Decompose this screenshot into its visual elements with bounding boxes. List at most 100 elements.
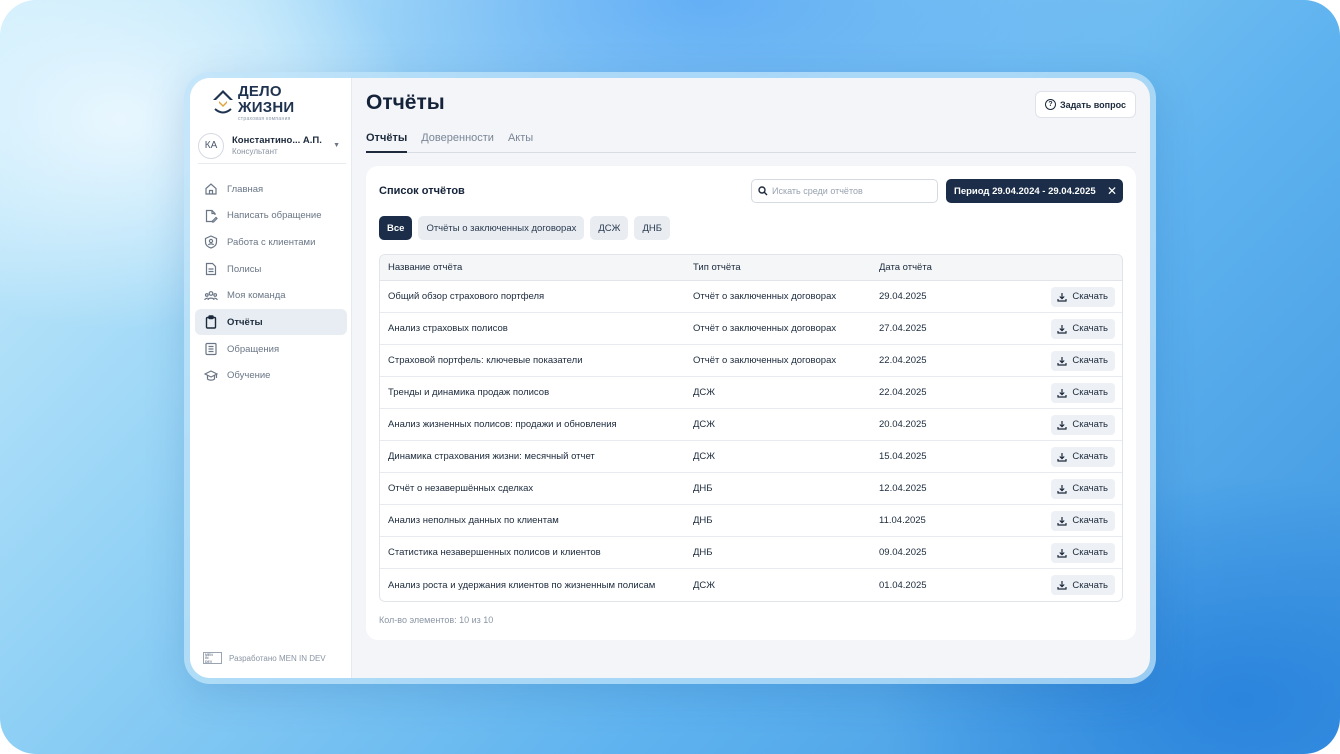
report-date: 22.04.2025	[879, 355, 927, 366]
filter-dszh[interactable]: ДСЖ	[590, 216, 629, 240]
download-label: Скачать	[1072, 579, 1108, 591]
graduation-cap-icon	[204, 370, 218, 381]
report-type: ДСЖ	[693, 579, 716, 591]
tab-reports[interactable]: Отчёты	[366, 130, 408, 153]
tab-power-of-attorney[interactable]: Доверенности	[421, 130, 494, 153]
document-icon	[205, 262, 217, 276]
user-profile[interactable]: КА Константино... А.П. Консультант ▼	[198, 130, 346, 164]
report-date: 01.04.2025	[879, 579, 927, 591]
download-label: Скачать	[1072, 323, 1108, 334]
sidebar-item-reports[interactable]: Отчёты	[195, 309, 347, 336]
download-icon	[1057, 548, 1067, 558]
sidebar-item-label: Моя команда	[227, 290, 286, 302]
sidebar-item-label: Полисы	[227, 263, 262, 275]
report-date: 27.04.2025	[879, 323, 927, 334]
sidebar-item-home[interactable]: Главная	[195, 176, 347, 202]
tabs: Отчёты Доверенности Акты	[366, 130, 1136, 153]
table-header: Название отчёта Тип отчёта Дата отчёта	[380, 255, 1122, 281]
table-row[interactable]: Страховой портфель: ключевые показатели О…	[380, 345, 1122, 377]
download-button[interactable]: Скачать	[1051, 510, 1115, 531]
report-date: 22.04.2025	[879, 387, 927, 398]
download-icon	[1057, 420, 1067, 430]
download-button[interactable]: Скачать	[1051, 318, 1115, 339]
download-button[interactable]: Скачать	[1051, 575, 1115, 595]
developer-logo: MEN IN DEV	[203, 652, 222, 664]
edit-document-icon	[205, 209, 218, 223]
table-row[interactable]: Тренды и динамика продаж полисов ДСЖ 22.04…	[380, 377, 1122, 409]
download-button[interactable]: Скачать	[1051, 446, 1115, 467]
user-name: Константино... А.П.	[232, 134, 322, 146]
download-icon	[1057, 292, 1067, 302]
table-row[interactable]: Анализ неполных данных по клиентам ДНБ 11.…	[380, 505, 1122, 537]
tab-acts[interactable]: Акты	[508, 130, 533, 153]
download-icon	[1057, 356, 1067, 366]
report-type: ДСЖ	[693, 419, 716, 430]
user-role: Консультант	[232, 146, 278, 156]
download-icon	[1057, 388, 1067, 398]
table-row[interactable]: Динамика страхования жизни: месячный отч…	[380, 441, 1122, 473]
column-header-date[interactable]: Дата отчёта	[879, 262, 1039, 273]
download-button[interactable]: Скачать	[1051, 542, 1115, 563]
report-name: Статистика незавершенных полисов и клиен…	[388, 547, 601, 558]
download-icon	[1057, 484, 1067, 494]
avatar: КА	[198, 132, 224, 159]
search-input[interactable]	[772, 186, 932, 196]
download-icon	[1057, 324, 1067, 334]
sidebar-item-team[interactable]: Моя команда	[195, 283, 347, 309]
sidebar-item-learning[interactable]: Обучение	[195, 363, 347, 389]
report-type: ДНБ	[693, 547, 713, 558]
report-type: Отчёт о заключенных договорах	[693, 355, 837, 366]
report-date: 11.04.2025	[879, 515, 926, 526]
card-title: Список отчётов	[379, 185, 465, 197]
sidebar-item-label: Главная	[227, 183, 264, 195]
table-row[interactable]: Отчёт о незавершённых сделках ДНБ 12.04.20…	[380, 473, 1122, 505]
sidebar-item-policies[interactable]: Полисы	[195, 256, 347, 282]
download-label: Скачать	[1072, 355, 1108, 366]
table-row[interactable]: Статистика незавершенных полисов и клиен…	[380, 537, 1122, 569]
filter-dnb[interactable]: ДНБ	[634, 216, 670, 240]
sidebar-nav: Главная Написать обращение Работа с клие…	[195, 176, 347, 390]
search-icon	[758, 186, 768, 196]
sidebar-item-requests[interactable]: Обращения	[195, 336, 347, 362]
filter-all[interactable]: Все	[379, 216, 413, 240]
table-row[interactable]: Анализ жизненных полисов: продажи и обно…	[380, 409, 1122, 441]
report-type: ДСЖ	[693, 451, 716, 462]
home-icon	[205, 183, 217, 195]
download-button[interactable]: Скачать	[1051, 350, 1115, 371]
period-filter[interactable]: Период 29.04.2024 - 29.04.2025 ✕	[946, 179, 1123, 203]
sidebar-item-write-request[interactable]: Написать обращение	[195, 203, 347, 229]
logo[interactable]: ДЕЛО ЖИЗНИ страховая компания	[212, 84, 342, 122]
download-label: Скачать	[1072, 515, 1108, 526]
sidebar-item-label: Обращения	[227, 343, 280, 355]
close-icon[interactable]: ✕	[1107, 184, 1117, 198]
reports-card: Список отчётов Период 29.04.2024 - 29.04…	[366, 166, 1136, 640]
download-button[interactable]: Скачать	[1051, 478, 1115, 499]
period-label: Период 29.04.2024 - 29.04.2025	[954, 185, 1096, 197]
filter-contracts[interactable]: Отчёты о заключенных договорах	[418, 216, 585, 240]
sidebar-item-label: Отчёты	[227, 316, 263, 328]
sidebar-item-clients[interactable]: Работа с клиентами	[195, 229, 347, 255]
sidebar-item-label: Работа с клиентами	[227, 236, 316, 248]
download-label: Скачать	[1072, 547, 1108, 558]
report-name: Анализ неполных данных по клиентам	[388, 515, 559, 526]
ask-question-button[interactable]: ? Задать вопрос	[1034, 91, 1136, 118]
download-icon	[1057, 516, 1067, 526]
download-button[interactable]: Скачать	[1051, 286, 1115, 307]
report-name: Динамика страхования жизни: месячный отч…	[388, 451, 595, 462]
search-box[interactable]	[751, 179, 938, 203]
developer-credit[interactable]: MEN IN DEV Разработано MEN IN DEV	[203, 652, 326, 664]
column-header-name[interactable]: Название отчёта	[380, 262, 693, 273]
table-row[interactable]: Анализ страховых полисов Отчёт о заключен…	[380, 313, 1122, 345]
table-row[interactable]: Анализ роста и удержания клиентов по жиз…	[380, 569, 1122, 601]
sidebar-item-label: Обучение	[227, 370, 271, 382]
report-name: Общий обзор страхового портфеля	[388, 291, 545, 302]
chevron-down-icon[interactable]: ▼	[333, 142, 340, 149]
team-icon	[204, 290, 218, 300]
download-button[interactable]: Скачать	[1051, 382, 1115, 403]
download-icon	[1057, 581, 1067, 590]
report-type: ДНБ	[693, 483, 713, 494]
download-button[interactable]: Скачать	[1051, 414, 1115, 435]
report-name: Анализ страховых полисов	[388, 323, 508, 334]
table-row[interactable]: Общий обзор страхового портфеля Отчёт о з…	[380, 281, 1122, 313]
column-header-type[interactable]: Тип отчёта	[693, 262, 879, 273]
